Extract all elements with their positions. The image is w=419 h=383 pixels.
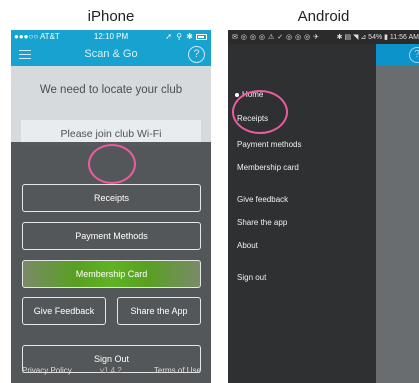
status-glyphs: ➚ ⚲ ✱ [165, 32, 194, 41]
notification-icons: ✉ ◎ ◎ ◎ ⚠ ✓ ◎ ◎ ◎ ✈ [232, 34, 320, 41]
version-label: v1.4.2 [100, 366, 122, 375]
status-right: ✱ ▤ ◥ ⊿ 54% ▮ 11:56 AM [336, 34, 419, 41]
locate-club-heading: We need to locate your club [39, 84, 183, 96]
drawer-item-give-feedback[interactable]: Give feedback [237, 195, 288, 204]
android-screen: ✉ ◎ ◎ ◎ ⚠ ✓ ◎ ◎ ◎ ✈ ✱ ▤ ◥ ⊿ 54% ▮ 11:56 … [228, 30, 419, 383]
share-app-button[interactable]: Share the App [117, 297, 201, 325]
membership-card-button[interactable]: Membership Card [22, 260, 201, 288]
drawer-item-sign-out[interactable]: Sign out [237, 273, 266, 282]
privacy-policy-link[interactable]: Privacy Policy [22, 366, 72, 375]
battery-icon [196, 33, 207, 40]
receipts-button[interactable]: Receipts [22, 184, 201, 212]
ios-status-bar: ●●●○○ AT&T 12:10 PM ➚ ⚲ ✱ [11, 30, 211, 44]
android-caption: Android [297, 8, 350, 25]
iphone-caption: iPhone [87, 8, 135, 25]
terms-of-use-link[interactable]: Terms of Use [154, 366, 201, 375]
ios-nav-bar: Scan & Go ? [11, 44, 211, 66]
drawer-item-about[interactable]: About [237, 241, 258, 250]
iphone-screen: ●●●○○ AT&T 12:10 PM ➚ ⚲ ✱ Scan & Go ? We… [11, 30, 211, 383]
status-icons: ➚ ⚲ ✱ [165, 32, 207, 41]
help-icon[interactable]: ? [409, 47, 419, 63]
android-app-bar: ? [376, 44, 419, 66]
drawer-item-payment-methods[interactable]: Payment methods [237, 140, 301, 149]
android-status-bar: ✉ ◎ ◎ ◎ ⚠ ✓ ◎ ◎ ◎ ✈ ✱ ▤ ◥ ⊿ 54% ▮ 11:56 … [228, 30, 419, 44]
payment-methods-button[interactable]: Payment Methods [22, 222, 201, 250]
give-feedback-button[interactable]: Give Feedback [22, 297, 106, 325]
highlight-circle [232, 90, 288, 134]
highlight-circle [88, 144, 136, 184]
drawer-item-membership-card[interactable]: Membership card [237, 163, 299, 172]
drawer-scrim[interactable] [376, 66, 419, 383]
page-title: Scan & Go [84, 48, 138, 60]
drawer-item-share-app[interactable]: Share the app [237, 218, 287, 227]
help-icon[interactable]: ? [188, 46, 205, 63]
